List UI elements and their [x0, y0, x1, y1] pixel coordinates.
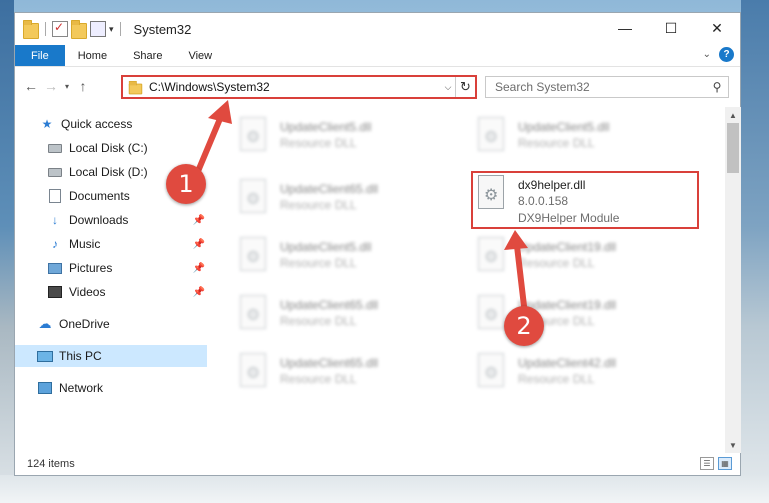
step-2-badge: 2 — [504, 306, 544, 346]
step-1-badge: 1 — [166, 164, 206, 204]
annotation-arrows — [193, 100, 528, 309]
arrow-2 — [504, 230, 528, 309]
arrow-1 — [193, 100, 232, 179]
